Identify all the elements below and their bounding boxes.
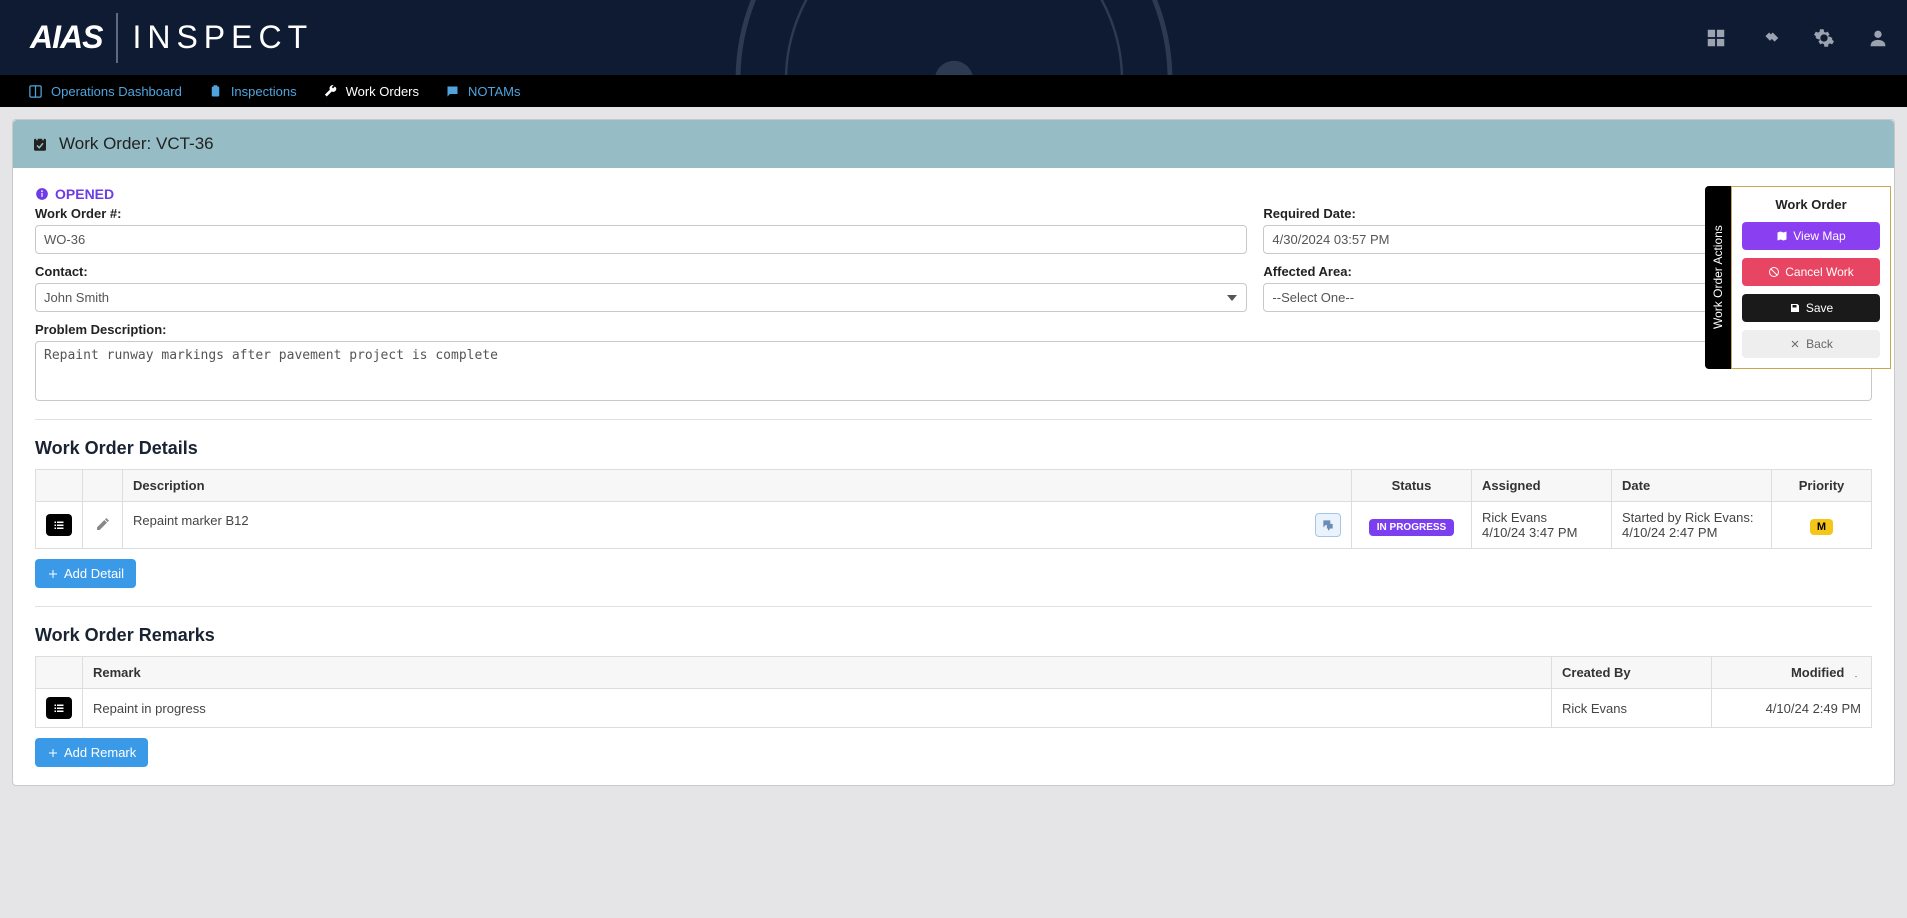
topbar-icon-group	[1705, 27, 1889, 49]
remark-createdby: Rick Evans	[1552, 689, 1712, 728]
top-bar: AIAS INSPECT	[0, 0, 1907, 75]
plus-icon	[47, 568, 59, 580]
list-icon	[52, 702, 66, 714]
comment-icon	[445, 84, 460, 99]
wo-number-label: Work Order #:	[35, 206, 1247, 221]
back-button[interactable]: Back	[1742, 330, 1880, 358]
cancel-icon	[1768, 266, 1780, 278]
details-header-priority: Priority	[1772, 470, 1872, 502]
view-map-button[interactable]: View Map	[1742, 222, 1880, 250]
actions-tab[interactable]: Work Order Actions	[1705, 186, 1731, 369]
close-icon	[1789, 338, 1801, 350]
nav-label: Operations Dashboard	[51, 84, 182, 99]
chat-button[interactable]	[1315, 513, 1341, 537]
date-line2: 4/10/24 2:47 PM	[1622, 525, 1761, 540]
plus-icon	[47, 747, 59, 759]
remarks-header-remark: Remark	[83, 657, 1552, 689]
contact-label: Contact:	[35, 264, 1247, 279]
save-icon	[1789, 302, 1801, 314]
separator	[35, 606, 1872, 607]
remarks-row: Repaint in progress Rick Evans 4/10/24 2…	[36, 689, 1872, 728]
dashboard-icon	[28, 84, 43, 99]
row-menu-button[interactable]	[46, 697, 72, 719]
details-header-blank2	[83, 470, 123, 502]
remark-modified: 4/10/24 2:49 PM	[1712, 689, 1872, 728]
work-order-card: Work Order: VCT-36 OPENED Work Order #: …	[12, 119, 1895, 786]
status-text: OPENED	[55, 186, 114, 202]
nav-inspections[interactable]: Inspections	[208, 84, 297, 99]
user-icon[interactable]	[1867, 27, 1889, 49]
remarks-header-createdby: Created By	[1552, 657, 1712, 689]
actions-box: Work Order View Map Cancel Work Save Bac…	[1731, 186, 1891, 369]
apps-icon[interactable]	[1705, 27, 1727, 49]
problem-desc-label: Problem Description:	[35, 322, 1872, 337]
compass-decoration	[714, 0, 1194, 75]
details-header-assigned: Assigned	[1472, 470, 1612, 502]
actions-panel: Work Order Actions Work Order View Map C…	[1705, 186, 1891, 369]
nav-operations-dashboard[interactable]: Operations Dashboard	[28, 84, 182, 99]
details-header-description: Description	[123, 470, 1352, 502]
separator	[35, 419, 1872, 420]
add-remark-button[interactable]: Add Remark	[35, 738, 148, 767]
details-header-status: Status	[1352, 470, 1472, 502]
logo-text-main: AIAS	[30, 19, 102, 56]
nav-work-orders[interactable]: Work Orders	[323, 84, 419, 99]
info-icon	[35, 187, 49, 201]
detail-description: Repaint marker B12	[133, 513, 249, 528]
details-section-title: Work Order Details	[35, 438, 1872, 459]
details-header-blank1	[36, 470, 83, 502]
problem-desc-textarea[interactable]: Repaint runway markings after pavement p…	[35, 341, 1872, 401]
chat-icon	[1321, 518, 1335, 532]
details-header-date: Date	[1612, 470, 1772, 502]
nav-bar: Operations Dashboard Inspections Work Or…	[0, 75, 1907, 107]
card-header: Work Order: VCT-36	[13, 120, 1894, 168]
status-indicator: OPENED	[35, 186, 1872, 202]
sort-desc-icon	[1851, 669, 1861, 679]
contact-select[interactable]: John Smith	[35, 283, 1247, 312]
clipboard-icon	[208, 84, 223, 99]
details-row: Repaint marker B12 IN PROGRESS Rick Evan…	[36, 502, 1872, 549]
wrench-icon	[323, 84, 338, 99]
map-icon	[1776, 230, 1788, 242]
logo: AIAS INSPECT	[30, 13, 313, 63]
nav-notams[interactable]: NOTAMs	[445, 84, 520, 99]
nav-label: Work Orders	[346, 84, 419, 99]
logo-text-sub: INSPECT	[132, 19, 313, 56]
row-menu-button[interactable]	[46, 514, 72, 536]
priority-badge: M	[1810, 519, 1833, 535]
nav-label: Inspections	[231, 84, 297, 99]
remarks-header-modified[interactable]: Modified	[1712, 657, 1872, 689]
list-icon	[52, 519, 66, 531]
details-table: Description Status Assigned Date Priorit…	[35, 469, 1872, 549]
calendar-check-icon	[31, 135, 49, 153]
date-line1: Started by Rick Evans:	[1622, 510, 1761, 525]
edit-icon[interactable]	[95, 516, 111, 532]
save-button[interactable]: Save	[1742, 294, 1880, 322]
logo-divider	[116, 13, 118, 63]
cancel-work-button[interactable]: Cancel Work	[1742, 258, 1880, 286]
remarks-header-blank	[36, 657, 83, 689]
remark-text: Repaint in progress	[83, 689, 1552, 728]
status-badge: IN PROGRESS	[1369, 519, 1454, 536]
handshake-icon[interactable]	[1759, 27, 1781, 49]
assigned-name: Rick Evans	[1482, 510, 1601, 525]
nav-label: NOTAMs	[468, 84, 520, 99]
actions-title: Work Order	[1742, 197, 1880, 212]
add-detail-button[interactable]: Add Detail	[35, 559, 136, 588]
wo-number-input[interactable]	[35, 225, 1247, 254]
assigned-date: 4/10/24 3:47 PM	[1482, 525, 1601, 540]
page-title: Work Order: VCT-36	[59, 134, 214, 154]
gear-icon[interactable]	[1813, 27, 1835, 49]
remarks-table: Remark Created By Modified	[35, 656, 1872, 728]
remarks-section-title: Work Order Remarks	[35, 625, 1872, 646]
